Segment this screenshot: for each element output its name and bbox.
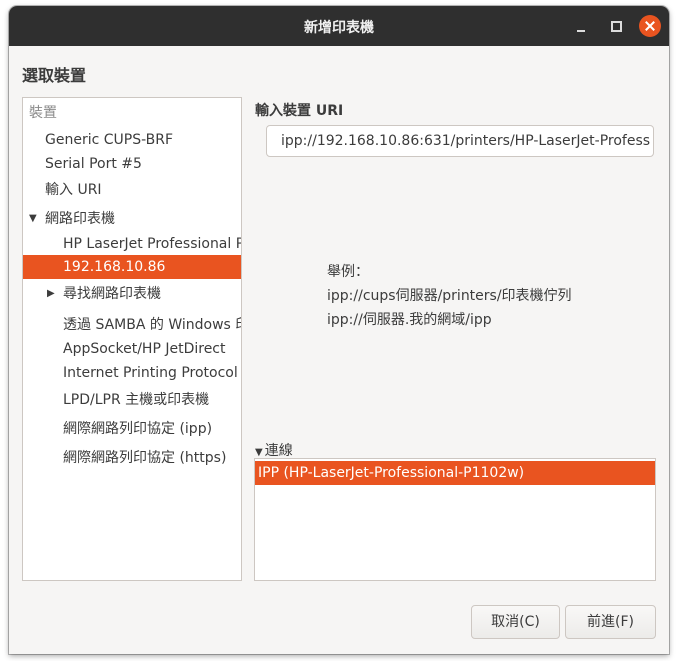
device-item-lpd-lpr[interactable]: LPD/LPR 主機或印表機	[23, 388, 241, 412]
connection-label: 連線	[264, 443, 293, 459]
connection-expander[interactable]: ▼ 連線	[255, 440, 293, 460]
uri-label: 輸入裝置 URI	[255, 103, 344, 119]
device-item-ipp[interactable]: Internet Printing Protocol (	[23, 361, 241, 385]
connection-list[interactable]: IPP (HP-LaserJet-Professional-P1102w)	[254, 458, 656, 581]
titlebar: 新增印表機	[9, 6, 669, 46]
device-item-label: 網際網路列印協定 (https)	[63, 450, 227, 466]
device-item-label: Serial Port #5	[45, 156, 142, 172]
example-title: 舉例：	[327, 264, 369, 280]
device-item-label: 尋找網路印表機	[63, 286, 161, 302]
device-item-label: AppSocket/HP JetDirect	[63, 341, 226, 357]
window-title: 新增印表機	[304, 20, 374, 36]
device-item-label: Internet Printing Protocol (	[63, 365, 241, 381]
device-item-serial-port[interactable]: Serial Port #5	[23, 152, 241, 176]
device-item-label: LPD/LPR 主機或印表機	[63, 392, 210, 408]
minimize-icon[interactable]	[571, 16, 591, 36]
device-item-label: 192.168.10.86	[63, 259, 166, 275]
expander-down-icon: ▼	[255, 447, 263, 458]
page-title: 選取裝置	[22, 66, 87, 85]
connection-item[interactable]: IPP (HP-LaserJet-Professional-P1102w)	[255, 461, 655, 485]
device-item-network-printer[interactable]: ▼ 網路印表機	[23, 207, 241, 231]
device-item-label: 透過 SAMBA 的 Windows 印	[63, 317, 241, 333]
device-item-label: 網路印表機	[45, 211, 115, 227]
uri-input[interactable]: ipp://192.168.10.86:631/printers/HP-Lase…	[266, 125, 654, 157]
close-icon[interactable]	[639, 15, 661, 37]
device-item-label: Generic CUPS-BRF	[45, 132, 174, 148]
expander-right-icon[interactable]: ▶	[47, 282, 55, 306]
device-item-enter-uri[interactable]: 輸入 URI	[23, 178, 241, 202]
device-item-label: 輸入 URI	[45, 182, 102, 198]
forward-button[interactable]: 前進(F)	[565, 605, 656, 639]
device-item-internet-https[interactable]: 網際網路列印協定 (https)	[23, 446, 241, 470]
example-line: ipp://伺服器.我的網域/ipp	[327, 312, 492, 328]
device-item-label: 網際網路列印協定 (ipp)	[63, 421, 213, 437]
add-printer-dialog: 新增印表機 選取裝置 裝置 Generic CUPS-BRF Serial Po…	[9, 6, 669, 654]
device-tree-header: 裝置	[29, 105, 57, 121]
device-item-generic-cups-brf[interactable]: Generic CUPS-BRF	[23, 128, 241, 152]
device-item-samba[interactable]: 透過 SAMBA 的 Windows 印	[23, 313, 241, 337]
maximize-icon[interactable]	[606, 16, 626, 36]
expander-down-icon[interactable]: ▼	[29, 207, 37, 231]
device-item-appsocket[interactable]: AppSocket/HP JetDirect	[23, 337, 241, 361]
device-item-internet-ipp[interactable]: 網際網路列印協定 (ipp)	[23, 417, 241, 441]
device-item-label: HP LaserJet Professional P	[63, 236, 241, 252]
device-item-hp-laserjet[interactable]: HP LaserJet Professional P	[23, 232, 241, 256]
uri-example: 舉例： ipp://cups伺服器/printers/印表機佇列 ipp://伺…	[327, 260, 572, 332]
device-item-ip-address[interactable]: 192.168.10.86	[23, 255, 241, 279]
cancel-button[interactable]: 取消(C)	[471, 605, 560, 639]
device-tree[interactable]: 裝置 Generic CUPS-BRF Serial Port #5 輸入 UR…	[22, 97, 242, 581]
example-line: ipp://cups伺服器/printers/印表機佇列	[327, 288, 572, 304]
device-item-find-network-printer[interactable]: ▶ 尋找網路印表機	[23, 282, 241, 306]
